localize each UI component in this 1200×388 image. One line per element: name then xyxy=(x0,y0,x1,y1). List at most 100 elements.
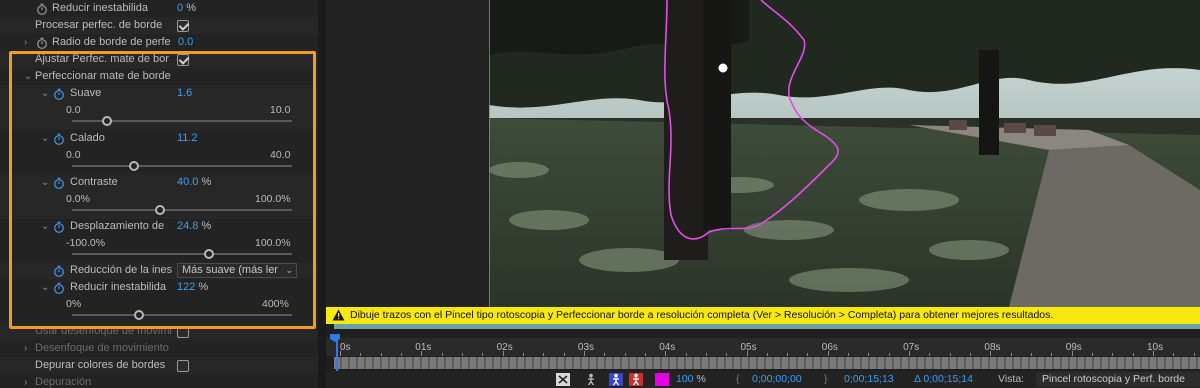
prop-row-reduce-jitter-top[interactable]: Reducir inestabilida 0 % xyxy=(0,0,318,17)
playhead[interactable] xyxy=(336,338,338,371)
slider-knob[interactable] xyxy=(102,116,113,126)
prop-label: Desplazamiento de xyxy=(70,220,165,232)
view-dropdown[interactable]: Pincel rotoscopia y Perf. borde xyxy=(1036,372,1200,387)
group-label: Depuración xyxy=(35,376,92,388)
slider-track[interactable] xyxy=(72,253,292,255)
timeline-tick-mark xyxy=(746,351,748,356)
overlay-color-swatch[interactable] xyxy=(655,373,669,386)
stopwatch-icon[interactable] xyxy=(36,37,48,49)
prop-value[interactable]: 24.8 % xyxy=(177,218,211,235)
timeline-tick-mark xyxy=(502,351,504,356)
prop-value[interactable]: 122 % xyxy=(177,279,208,296)
timeline-tick-mark xyxy=(482,353,484,356)
timeline-tick-label: 08s xyxy=(984,342,1001,353)
person-blue-icon[interactable] xyxy=(609,373,623,386)
stopwatch-icon[interactable] xyxy=(53,221,65,233)
panel-divider[interactable] xyxy=(318,0,326,388)
chevron-down-icon[interactable]: ⌄ xyxy=(41,279,51,296)
slider-min: 0.0 xyxy=(66,149,81,161)
timeline-tick-mark xyxy=(604,353,606,356)
jitter-reduction-dropdown[interactable]: Más suave (más ler ⌄ xyxy=(177,263,297,278)
dropdown-value: Más suave (más ler xyxy=(182,264,278,276)
prop-value[interactable]: 11.2 xyxy=(177,130,198,147)
chevron-right-icon[interactable]: › xyxy=(24,340,34,357)
prop-row-shift[interactable]: ⌄ Desplazamiento de 24.8 % xyxy=(0,218,318,235)
slider-min: 0.0 xyxy=(66,104,81,116)
timeline-tick-mark xyxy=(970,353,972,356)
slider-min: -100.0% xyxy=(66,237,106,249)
group-motion-blur[interactable]: › Desenfoque de movimiento xyxy=(0,340,318,357)
prop-row-smooth[interactable]: ⌄ Suave 1.6 xyxy=(0,85,318,102)
timeline-tick-mark xyxy=(705,353,707,356)
person-red-icon[interactable] xyxy=(629,373,643,386)
prop-row-process-refine[interactable]: Procesar perfec. de borde xyxy=(0,17,318,34)
decontaminate-checkbox[interactable] xyxy=(177,360,189,372)
prop-row-jitter-reduction[interactable]: Reducción de la ines Más suave (más ler … xyxy=(0,262,318,279)
video-frame[interactable] xyxy=(489,0,1200,307)
out-time[interactable]: 0;00;15;13 xyxy=(844,371,894,388)
work-area-bar[interactable] xyxy=(334,324,1200,329)
timeline-tick-mark xyxy=(726,353,728,356)
prop-value[interactable]: 1.6 xyxy=(177,85,192,102)
stopwatch-icon[interactable] xyxy=(36,3,48,15)
slider-track[interactable] xyxy=(72,165,292,167)
prop-row-reduce-jitter[interactable]: ⌄ Reducir inestabilida 122 % xyxy=(0,279,318,296)
timeline-tick-mark xyxy=(807,353,809,356)
chevron-down-icon[interactable]: ⌄ xyxy=(41,174,51,191)
timeline-tick-mark xyxy=(340,351,341,356)
time-ruler[interactable]: 0s 01s 02s 03s 04s 05s 06s 07s 08s 09s 10s xyxy=(326,338,1200,356)
stopwatch-icon[interactable] xyxy=(53,133,65,145)
slider-knob[interactable] xyxy=(204,249,215,259)
slider-row-feather: 0.0 40.0 xyxy=(0,147,318,175)
stopwatch-icon[interactable] xyxy=(53,177,65,189)
stopwatch-icon[interactable] xyxy=(53,88,65,100)
chevron-down-icon[interactable]: ⌄ xyxy=(41,130,51,147)
in-time[interactable]: 0;00;00;00 xyxy=(752,371,802,388)
timeline-tick-label: 01s xyxy=(415,342,432,353)
prop-value[interactable]: 0 % xyxy=(177,0,196,17)
slider-knob[interactable] xyxy=(128,161,139,171)
prop-row-feather[interactable]: ⌄ Calado 11.2 xyxy=(0,130,318,147)
timeline-tick-label: 02s xyxy=(496,342,513,353)
slider-track[interactable] xyxy=(72,314,292,316)
timeline-tick-label: 10s xyxy=(1147,342,1164,353)
timeline-tick-mark xyxy=(1051,353,1053,356)
chevron-right-icon[interactable]: › xyxy=(24,34,34,51)
prop-value[interactable]: 40.0 % xyxy=(177,174,211,191)
group-refine-matte[interactable]: ⌄ Perfeccionar mate de borde xyxy=(0,68,318,85)
prop-row-motion-blur-use[interactable]: Usar desenfoque de movimi xyxy=(0,323,318,340)
composition-viewer[interactable] xyxy=(326,0,1200,307)
chevron-down-icon[interactable]: ⌄ xyxy=(41,85,51,102)
prop-label: Radio de borde de perfe xyxy=(52,36,171,48)
slider-knob[interactable] xyxy=(134,310,145,320)
frame-strip[interactable] xyxy=(334,357,1200,369)
timeline-tick-mark xyxy=(848,353,850,356)
stopwatch-icon[interactable] xyxy=(53,265,65,277)
group-label: Perfeccionar mate de borde xyxy=(35,70,171,82)
slider-knob[interactable] xyxy=(155,205,165,215)
timeline-tick-mark xyxy=(1153,351,1154,356)
prop-row-contrast[interactable]: ⌄ Contraste 40.0 % xyxy=(0,174,318,191)
slider-track[interactable] xyxy=(72,209,292,211)
person-icon[interactable] xyxy=(584,373,598,386)
timeline-tick-mark xyxy=(949,353,951,356)
motion-blur-checkbox[interactable] xyxy=(177,326,189,338)
chevron-down-icon[interactable]: ⌄ xyxy=(24,68,34,85)
group-debug[interactable]: › Depuración xyxy=(0,374,318,388)
prop-row-adjust-refine[interactable]: Ajustar Perfec. mate de bor xyxy=(0,51,318,68)
timeline[interactable]: 0s 01s 02s 03s 04s 05s 06s 07s 08s 09s 10s xyxy=(326,324,1200,371)
chevron-right-icon[interactable]: › xyxy=(24,374,34,388)
prop-row-decontaminate[interactable]: Depurar colores de bordes xyxy=(0,357,318,374)
process-refine-checkbox[interactable] xyxy=(177,20,189,32)
stopwatch-icon[interactable] xyxy=(53,282,65,294)
chevron-down-icon[interactable]: ⌄ xyxy=(41,218,51,235)
overlay-opacity[interactable]: 100 % xyxy=(676,371,706,388)
timeline-tick-mark xyxy=(380,353,382,356)
slider-max: 400% xyxy=(262,298,289,310)
close-icon[interactable] xyxy=(556,373,570,386)
adjust-refine-checkbox[interactable] xyxy=(177,54,189,66)
timeline-tick-mark xyxy=(929,353,931,356)
timeline-tick-mark xyxy=(766,353,768,356)
prop-row-radius[interactable]: › Radio de borde de perfe 0.0 xyxy=(0,34,318,51)
prop-value[interactable]: 0.0 xyxy=(178,34,193,51)
